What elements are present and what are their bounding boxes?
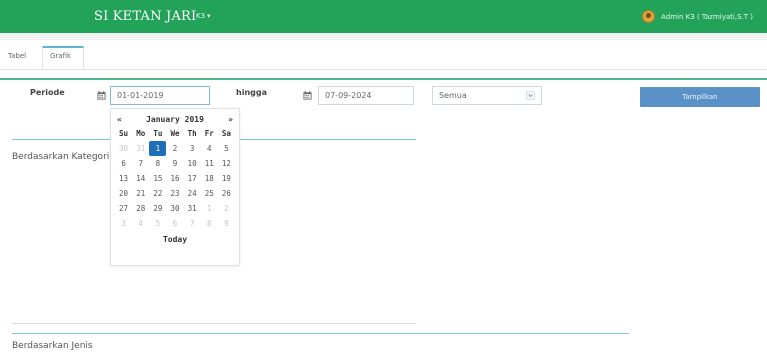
user-menu[interactable]: Admin K3 ( Tazmiyati,S.T ) xyxy=(642,10,753,23)
start-date-input[interactable]: 01-01-2019 xyxy=(110,86,210,105)
calendar-day[interactable]: 9 xyxy=(218,216,235,231)
weekday-header: Mo xyxy=(136,129,146,138)
calendar-day[interactable]: 5 xyxy=(149,216,166,231)
calendar-day[interactable]: 19 xyxy=(218,171,235,186)
calendar-day[interactable]: 6 xyxy=(166,216,183,231)
chart-area-divider xyxy=(12,323,416,324)
calendar-day[interactable]: 23 xyxy=(166,186,183,201)
prev-month-button[interactable]: « xyxy=(117,115,122,124)
calendar-day[interactable]: 11 xyxy=(201,156,218,171)
datepicker-header: « January 2019 » xyxy=(115,111,235,127)
calendar-day[interactable]: 8 xyxy=(201,216,218,231)
module-menu[interactable]: K3 ▾ xyxy=(196,12,211,20)
weekday-header: Sa xyxy=(221,129,231,138)
calendar-day[interactable]: 25 xyxy=(201,186,218,201)
calendar-day[interactable]: 26 xyxy=(218,186,235,201)
caret-down-icon: ▾ xyxy=(207,12,211,20)
selected-day[interactable]: 1 xyxy=(149,141,167,156)
tab-divider xyxy=(0,69,767,70)
calendar-day[interactable]: 4 xyxy=(132,216,149,231)
calendar-icon[interactable] xyxy=(94,88,108,102)
calendar-day[interactable]: 9 xyxy=(166,156,183,171)
calendar-day[interactable]: 7 xyxy=(132,156,149,171)
calendar-day[interactable]: 5 xyxy=(218,141,235,156)
next-month-button[interactable]: » xyxy=(228,115,233,124)
user-name: Admin K3 ( Tazmiyati,S.T ) xyxy=(661,12,753,21)
end-date-input[interactable]: 07-09-2024 xyxy=(318,86,414,105)
weekday-header: Su xyxy=(119,129,129,138)
view-tabs: Tabel Grafik xyxy=(0,46,767,70)
module-menu-label: K3 xyxy=(196,12,206,20)
today-button[interactable]: Today xyxy=(115,232,235,248)
periode-label: Periode xyxy=(30,88,65,97)
calendar-day[interactable]: 21 xyxy=(132,186,149,201)
show-button[interactable]: Tampilkan xyxy=(640,87,760,107)
jenis-section-title: Berdasarkan Jenis xyxy=(12,341,93,351)
calendar-day[interactable]: 6 xyxy=(115,156,132,171)
jenis-section-border xyxy=(12,333,629,334)
calendar-day[interactable]: 4 xyxy=(201,141,218,156)
calendar-day[interactable]: 29 xyxy=(149,201,166,216)
calendar-day[interactable]: 3 xyxy=(115,216,132,231)
calendar-day[interactable]: 13 xyxy=(115,171,132,186)
calendar-day[interactable]: 31 xyxy=(132,141,149,156)
calendar-day[interactable]: 10 xyxy=(184,156,201,171)
calendar-icon[interactable] xyxy=(300,88,314,102)
calendar-day[interactable]: 15 xyxy=(149,171,166,186)
calendar-day[interactable]: 3 xyxy=(184,141,201,156)
calendar-day[interactable]: 31 xyxy=(184,201,201,216)
tab-tabel[interactable]: Tabel xyxy=(8,52,26,60)
weekday-header: We xyxy=(170,129,180,138)
kategori-section-title: Berdasarkan Kategori xyxy=(12,152,110,162)
calendar-day[interactable]: 7 xyxy=(184,216,201,231)
hingga-label: hingga xyxy=(236,88,267,97)
weekday-header: Th xyxy=(187,129,197,138)
tab-grafik[interactable]: Grafik xyxy=(50,52,71,60)
calendar-day[interactable]: 24 xyxy=(184,186,201,201)
calendar-day[interactable]: 27 xyxy=(115,201,132,216)
calendar-day[interactable]: 12 xyxy=(218,156,235,171)
calendar-day[interactable]: 14 xyxy=(132,171,149,186)
category-select-value: Semua xyxy=(439,91,467,100)
month-switch[interactable]: January 2019 xyxy=(146,115,204,124)
calendar-day[interactable]: 30 xyxy=(115,141,132,156)
calendar-day[interactable]: 16 xyxy=(166,171,183,186)
subheader-strip xyxy=(0,33,767,40)
calendar-day[interactable]: 18 xyxy=(201,171,218,186)
calendar-day[interactable]: 2 xyxy=(166,141,183,156)
calendar-day[interactable]: 1 xyxy=(201,201,218,216)
calendar-day[interactable]: 2 xyxy=(218,201,235,216)
chevron-down-icon xyxy=(526,91,535,100)
calendar-day[interactable]: 20 xyxy=(115,186,132,201)
calendar-day[interactable]: 28 xyxy=(132,201,149,216)
weekday-header: Tu xyxy=(153,129,163,138)
datepicker-popup: « January 2019 » Su Mo Tu We Th Fr Sa 30 31 1 2 3 4 5… xyxy=(110,108,240,266)
calendar-day[interactable]: 22 xyxy=(149,186,166,201)
top-navbar: SI KETAN JARI K3 ▾ Admin K3 ( Tazmiyati,S… xyxy=(0,0,767,33)
calendar-day[interactable]: 17 xyxy=(184,171,201,186)
avatar-icon xyxy=(642,10,656,23)
weekday-header: Fr xyxy=(204,129,214,138)
calendar-day[interactable]: 30 xyxy=(166,201,183,216)
calendar-day[interactable]: 8 xyxy=(149,156,166,171)
app-title[interactable]: SI KETAN JARI xyxy=(94,9,196,24)
datepicker-grid: Su Mo Tu We Th Fr Sa 30 31 1 2 3 4 5 6 7 8 9 10 11 12 13 14 15 1… xyxy=(115,127,235,231)
category-select[interactable]: Semua xyxy=(432,86,542,105)
